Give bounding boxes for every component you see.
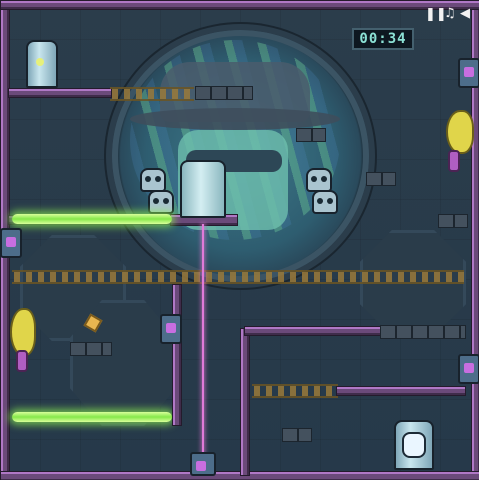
conveyor-chain	[12, 270, 464, 284]
brick-block	[366, 172, 396, 186]
player-character[interactable]	[402, 432, 426, 458]
conveyor-chain	[110, 87, 194, 101]
timer-display: 00:34	[352, 28, 414, 50]
brick-block	[380, 325, 466, 339]
pink-laser	[202, 224, 204, 456]
conveyor-chain	[252, 384, 338, 398]
alien-creature[interactable]	[446, 110, 474, 154]
ceiling	[0, 0, 479, 10]
wall-segment	[172, 284, 182, 426]
brick-block	[296, 128, 326, 142]
ledge-top-left	[8, 88, 112, 98]
green-laser	[12, 214, 172, 224]
laser-emitter	[190, 452, 216, 476]
alien-creature[interactable]	[10, 308, 36, 356]
alien-tentacle	[448, 150, 460, 172]
brick-block	[195, 86, 253, 100]
laser-emitter	[458, 58, 479, 88]
skull-icon	[140, 168, 166, 192]
music-note-icon[interactable]: ♫	[444, 7, 456, 20]
alien-tentacle	[16, 350, 28, 372]
brick-block	[438, 214, 468, 228]
speaker-icon[interactable]: ◀	[460, 7, 470, 20]
spy-hat-brim	[130, 108, 340, 130]
skull-icon	[148, 190, 174, 214]
tube-glow	[36, 58, 44, 66]
laser-emitter	[0, 228, 22, 258]
ledge-right	[244, 326, 382, 336]
laser-emitter	[160, 314, 182, 344]
brick-block	[70, 342, 112, 356]
game-stage[interactable]: 00:34 ❚❚ ♫ ◀	[0, 0, 479, 480]
ledge-lower-right	[336, 386, 466, 396]
laser-emitter	[458, 354, 479, 384]
brick-block	[282, 428, 312, 442]
wall-segment	[240, 328, 250, 476]
green-laser	[12, 412, 172, 422]
capsule	[180, 160, 226, 218]
skull-icon	[306, 168, 332, 192]
skull-icon	[312, 190, 338, 214]
